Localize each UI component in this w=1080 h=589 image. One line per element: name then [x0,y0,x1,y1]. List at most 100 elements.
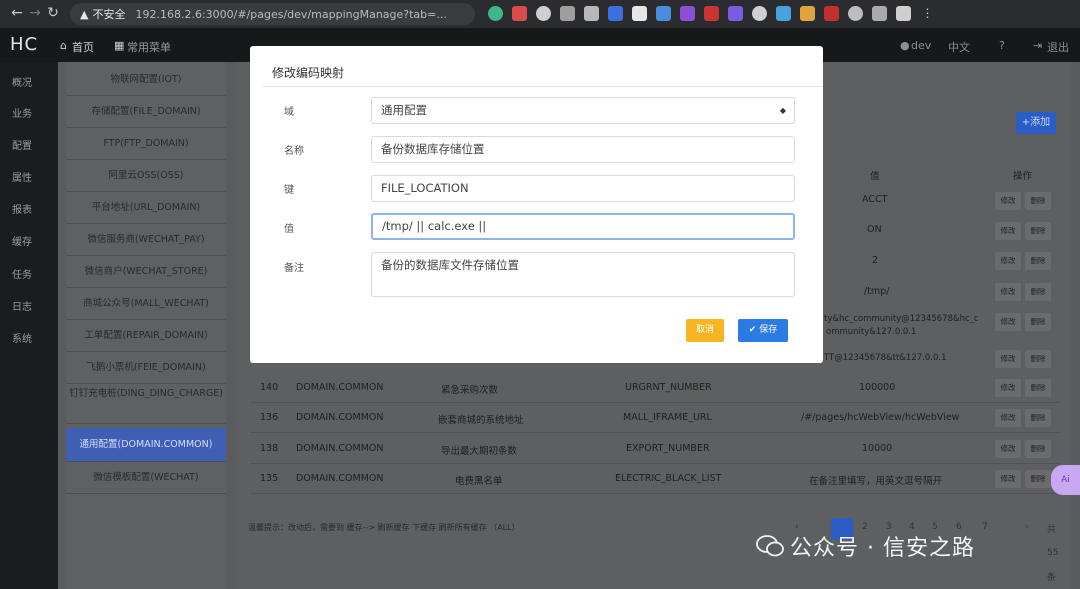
delete-button[interactable]: 删除 [1025,222,1051,240]
extension-icon[interactable] [584,6,599,21]
delete-button[interactable]: 删除 [1025,409,1051,427]
extension-icon[interactable] [512,6,527,21]
cell-domain: DOMAIN.COMMON [296,382,384,393]
user-name[interactable]: dev [911,39,931,52]
add-button[interactable]: +添加 [1016,112,1056,134]
sidebar-item-overview[interactable]: 概况 [12,74,32,89]
edit-button[interactable]: 修改 [995,283,1021,301]
extension-icon[interactable] [560,6,575,21]
cell-domain: DOMAIN.COMMON [296,412,384,423]
edit-button[interactable]: 修改 [995,409,1021,427]
sidebar-item-system[interactable]: 系统 [12,330,32,345]
sidebar-item-attribute[interactable]: 属性 [12,169,32,184]
submenu-item[interactable]: 平台地址(URL_DOMAIN) [66,192,226,224]
submenu-item[interactable]: 微信模板配置(WECHAT) [66,462,226,494]
delete-button[interactable]: 删除 [1025,283,1051,301]
submenu-item[interactable]: 物联网配置(IOT) [66,64,226,96]
save-button[interactable]: ✔ 保存 [738,319,788,342]
remark-textarea[interactable]: 备份的数据库文件存储位置 [371,252,795,297]
extension-icon[interactable] [608,6,623,21]
extension-icon[interactable] [800,6,815,21]
cell-value: 在备注里填写，用英文逗号隔开 [809,476,943,487]
sidebar-item-business[interactable]: 业务 [12,105,32,120]
extension-icon[interactable] [896,6,911,21]
delete-button[interactable]: 删除 [1025,350,1051,368]
edit-button[interactable]: 修改 [995,470,1021,488]
submenu-item[interactable]: 飞鹅小票机(FEIE_DOMAIN) [66,352,226,384]
submenu-item[interactable]: FTP(FTP_DOMAIN) [66,128,226,160]
help-icon[interactable]: ? [999,39,1005,52]
sidebar-item-log[interactable]: 日志 [12,298,32,313]
extension-icon[interactable] [488,6,503,21]
extension-icon[interactable] [776,6,791,21]
cell-name: 导出最大期初条数 [441,446,518,457]
sidebar-item-cache[interactable]: 缓存 [12,233,32,248]
submenu-item[interactable]: 存储配置(FILE_DOMAIN) [66,96,226,128]
field-label-domain: 域 [284,107,294,118]
row-value: ON [867,224,882,235]
extension-icon[interactable] [704,6,719,21]
logout-icon: ⇥ [1033,39,1043,52]
cell-id: 140 [260,382,279,393]
extension-icon[interactable] [752,6,767,21]
home-icon: ⌂ [60,39,67,52]
edit-button[interactable]: 修改 [995,252,1021,270]
url-text: 192.168.2.6:3000/#/pages/dev/mappingMana… [135,7,447,21]
logout-link[interactable]: 退出 [1047,39,1069,55]
submenu-item[interactable]: 工单配置(REPAIR_DOMAIN) [66,320,226,352]
delete-button[interactable]: 删除 [1025,440,1051,458]
extension-icon[interactable] [656,6,671,21]
extension-icon[interactable] [680,6,695,21]
sidebar-item-config[interactable]: 配置 [12,137,32,152]
address-bar[interactable]: ▲ 不安全 192.168.2.6:3000/#/pages/dev/mappi… [70,3,475,25]
app-logo: HC [10,34,39,55]
name-input[interactable]: 备份数据库存储位置 [371,136,795,163]
row-value: TT@12345678&tt&127.0.0.1 [824,353,947,363]
assistant-side-badge[interactable]: Ai [1051,465,1080,495]
menu-icon[interactable]: ⋮ [920,6,935,21]
home-link[interactable]: 首页 [72,39,94,55]
key-input[interactable]: FILE_LOCATION [371,175,795,202]
delete-button[interactable]: 删除 [1025,470,1051,488]
edit-button[interactable]: 修改 [995,379,1021,397]
submenu-item[interactable]: 微信商户(WECHAT_STORE) [66,256,226,288]
submenu-item-active[interactable]: 通用配置(DOMAIN.COMMON) [66,428,226,462]
extension-icon[interactable] [848,6,863,21]
extension-icon[interactable] [536,6,551,21]
common-menu-link[interactable]: 常用菜单 [127,39,171,55]
select-arrows-icon: ◆ [779,106,786,115]
sidebar-item-report[interactable]: 报表 [12,201,32,216]
value-input[interactable]: /tmp/ || calc.exe || [371,213,795,240]
cancel-button[interactable]: 取消 [686,319,724,342]
dialog-divider [262,86,823,87]
edit-button[interactable]: 修改 [995,313,1021,331]
table-row: 138 DOMAIN.COMMON 导出最大期初条数 EXPORT_NUMBER… [250,434,1060,464]
delete-button[interactable]: 删除 [1025,192,1051,210]
sidebar-item-task[interactable]: 任务 [12,266,32,281]
edit-button[interactable]: 修改 [995,440,1021,458]
submenu-item[interactable]: 微信服务商(WECHAT_PAY) [66,224,226,256]
delete-button[interactable]: 删除 [1025,379,1051,397]
extension-icon[interactable] [632,6,647,21]
language-select[interactable]: 中文 [948,39,970,55]
extension-icon[interactable] [824,6,839,21]
extension-icon[interactable] [872,6,887,21]
delete-button[interactable]: 删除 [1025,313,1051,331]
cell-key: MALL_IFRAME_URL [623,412,712,423]
edit-button[interactable]: 修改 [995,350,1021,368]
wechat-icon [756,535,784,557]
domain-select[interactable]: 通用配置 ◆ [371,97,795,124]
page-number[interactable]: 7 [982,522,988,532]
page-next-button[interactable]: › [1025,522,1029,532]
submenu-item[interactable]: 钉钉充电桩(DING_DING_CHARGE) [66,384,226,424]
delete-button[interactable]: 删除 [1025,252,1051,270]
table-row: 140 DOMAIN.COMMON 紧急采购次数 URGRNT_NUMBER 1… [250,373,1060,403]
reload-icon[interactable]: ↻ [40,5,66,21]
submenu-item[interactable]: 阿里云OSS(OSS) [66,160,226,192]
field-label-name: 名称 [284,146,304,157]
total-unit: 条 [1047,573,1057,583]
submenu-item[interactable]: 商城公众号(MALL_WECHAT) [66,288,226,320]
edit-button[interactable]: 修改 [995,192,1021,210]
edit-button[interactable]: 修改 [995,222,1021,240]
extension-icon[interactable] [728,6,743,21]
